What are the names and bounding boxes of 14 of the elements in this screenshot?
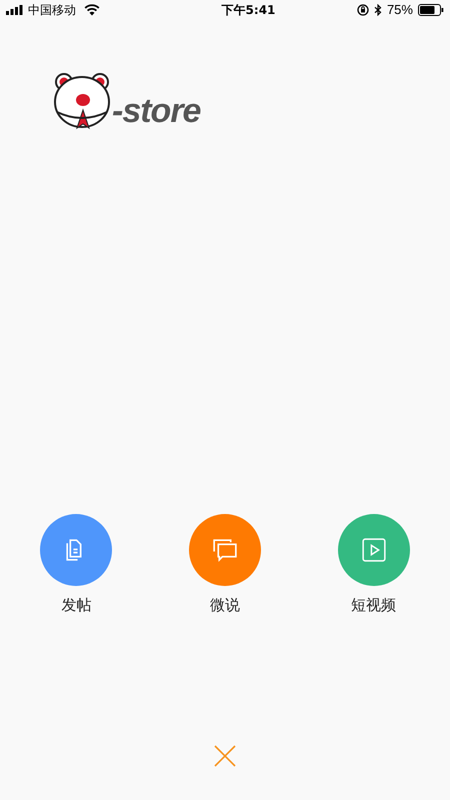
bluetooth-icon — [374, 4, 382, 16]
action-label: 发帖 — [61, 594, 92, 616]
action-label: 短视频 — [351, 594, 396, 616]
logo-text: -store — [112, 94, 200, 128]
rotation-lock-icon — [356, 4, 369, 16]
battery-percentage: 75% — [386, 1, 413, 20]
close-icon — [214, 745, 236, 767]
battery-icon — [418, 4, 444, 16]
bear-logo-icon — [52, 72, 112, 130]
carrier-name: 中国移动 — [28, 2, 76, 19]
action-label: 微说 — [210, 594, 240, 616]
signal-icon — [6, 5, 24, 15]
status-time: 下午5:41 — [222, 2, 276, 19]
wifi-icon — [84, 4, 100, 16]
